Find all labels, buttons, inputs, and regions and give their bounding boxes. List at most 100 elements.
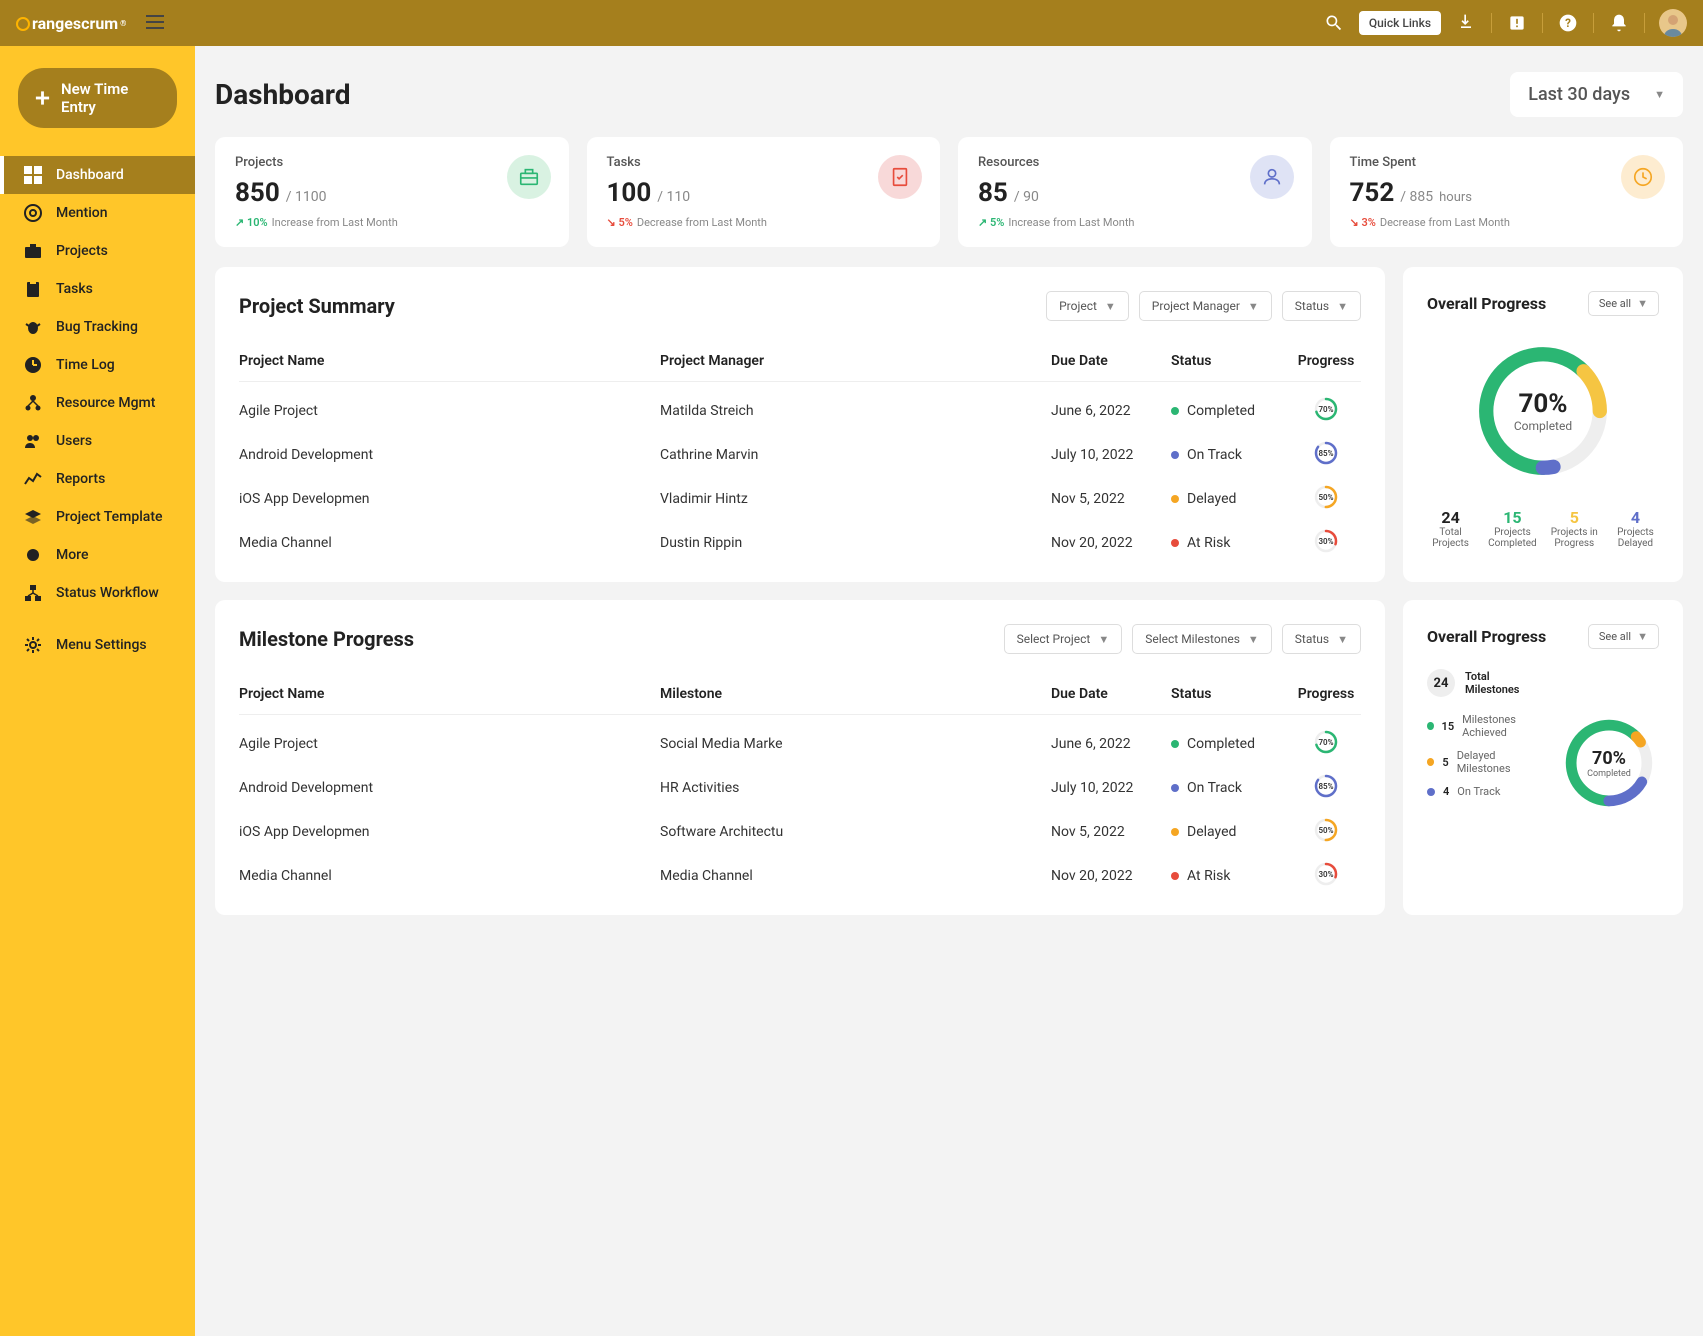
stat-value: 85: [978, 178, 1008, 208]
progress-ring: 50%: [1313, 484, 1339, 510]
status-dot-icon: [1171, 451, 1179, 459]
milestone-progress-donut: 70% Completed: [1559, 713, 1659, 813]
change-text: Decrease from Last Month: [1380, 216, 1510, 229]
menu-toggle-icon[interactable]: [146, 14, 164, 33]
progress-ring: 85%: [1313, 773, 1339, 799]
due-date: Nov 5, 2022: [1051, 491, 1171, 507]
sidebar-item-time-log[interactable]: Time Log: [0, 346, 195, 384]
milestone-name: HR Activities: [660, 780, 1051, 796]
date-range-select[interactable]: Last 30 days ▼: [1510, 72, 1683, 117]
new-time-entry-button[interactable]: New Time Entry: [18, 68, 177, 128]
stat-total: / 90: [1014, 189, 1039, 205]
column-header: Project Manager: [660, 353, 1051, 369]
sidebar-item-projects[interactable]: Projects: [0, 232, 195, 270]
column-header: Progress: [1291, 353, 1361, 369]
sidebar-item-menu-settings[interactable]: Menu Settings: [0, 626, 195, 664]
sidebar-item-mention[interactable]: Mention: [0, 194, 195, 232]
sidebar-item-label: Mention: [56, 205, 108, 221]
project-manager: Dustin Rippin: [660, 535, 1051, 551]
project-name: iOS App Developmen: [239, 824, 660, 840]
stat-label: Projects: [235, 155, 549, 170]
table-row[interactable]: Agile Project Social Media Marke June 6,…: [239, 715, 1361, 759]
clipboard-icon: [24, 280, 42, 298]
filter-label: Select Project: [1017, 632, 1091, 646]
table-row[interactable]: Media Channel Dustin Rippin Nov 20, 2022…: [239, 514, 1361, 558]
status-label: Delayed: [1187, 491, 1236, 507]
sidebar-item-users[interactable]: Users: [0, 422, 195, 460]
announcement-icon[interactable]: [1506, 12, 1528, 34]
see-all-button[interactable]: See all▼: [1588, 291, 1659, 316]
plus-icon: [34, 89, 51, 107]
stat-unit: hours: [1439, 190, 1472, 205]
table-row[interactable]: Media Channel Media Channel Nov 20, 2022…: [239, 847, 1361, 891]
due-date: Nov 20, 2022: [1051, 535, 1171, 551]
logo[interactable]: rangescrum®: [16, 14, 126, 33]
due-date: June 6, 2022: [1051, 736, 1171, 752]
project-manager: Cathrine Marvin: [660, 447, 1051, 463]
sidebar-item-more[interactable]: More: [0, 536, 195, 574]
stat-card-projects: Projects 850/ 1100 ↗ 10%Increase from La…: [215, 137, 569, 247]
stat-card-time spent: Time Spent 752/ 885 hours ↘ 3%Decrease f…: [1330, 137, 1684, 247]
quick-links-button[interactable]: Quick Links: [1359, 11, 1441, 35]
table-row[interactable]: iOS App Developmen Software Architectu N…: [239, 803, 1361, 847]
stat-value: 100: [607, 178, 652, 208]
milestone-filter-select milestones[interactable]: Select Milestones▼: [1132, 624, 1272, 654]
chevron-down-icon: ▼: [1337, 300, 1348, 313]
change-arrow-icon: ↘ 5%: [607, 216, 633, 229]
status-dot-icon: [1171, 495, 1179, 503]
legend-dot-icon: [1427, 758, 1434, 766]
see-all-label: See all: [1599, 630, 1631, 643]
milestone-progress-title: Milestone Progress: [239, 627, 414, 651]
sidebar-item-resource-mgmt[interactable]: Resource Mgmt: [0, 384, 195, 422]
sidebar-item-label: Projects: [56, 243, 108, 259]
sidebar-item-tasks[interactable]: Tasks: [0, 270, 195, 308]
briefcase-icon: [24, 242, 42, 260]
chart-icon: [24, 470, 42, 488]
stat-total: / 885: [1400, 189, 1433, 205]
clock-icon: [24, 356, 42, 374]
total-item: 5Projects in Progress: [1551, 508, 1598, 549]
sidebar-item-project-template[interactable]: Project Template: [0, 498, 195, 536]
sidebar-item-label: Tasks: [56, 281, 93, 297]
sidebar-item-reports[interactable]: Reports: [0, 460, 195, 498]
svg-text:?: ?: [1565, 16, 1571, 30]
date-range-label: Last 30 days: [1528, 84, 1630, 105]
project-name: Android Development: [239, 447, 660, 463]
chevron-down-icon: ▼: [1105, 300, 1116, 313]
project-summary-filter-status[interactable]: Status▼: [1282, 291, 1361, 321]
status-label: At Risk: [1187, 868, 1230, 884]
legend-item: 5Delayed Milestones: [1427, 749, 1545, 775]
see-all-button[interactable]: See all▼: [1588, 624, 1659, 649]
pointer-icon[interactable]: [1455, 12, 1477, 34]
legend-item: 15Milestones Achieved: [1427, 713, 1545, 739]
project-summary-filter-project manager[interactable]: Project Manager▼: [1139, 291, 1272, 321]
milestone-name: Software Architectu: [660, 824, 1051, 840]
total-milestones-label: Total Milestones: [1465, 670, 1525, 696]
table-row[interactable]: iOS App Developmen Vladimir Hintz Nov 5,…: [239, 470, 1361, 514]
milestone-filter-status[interactable]: Status▼: [1282, 624, 1361, 654]
table-row[interactable]: Android Development Cathrine Marvin July…: [239, 426, 1361, 470]
sidebar-item-status-workflow[interactable]: Status Workflow: [0, 574, 195, 612]
project-manager: Vladimir Hintz: [660, 491, 1051, 507]
column-header: Status: [1171, 686, 1291, 702]
chevron-down-icon: ▼: [1337, 633, 1348, 646]
stat-value: 752: [1350, 178, 1395, 208]
sidebar-item-dashboard[interactable]: Dashboard: [0, 156, 195, 194]
filter-label: Project: [1059, 299, 1097, 313]
user-avatar[interactable]: [1659, 9, 1687, 37]
project-name: Agile Project: [239, 403, 660, 419]
sidebar-item-label: Resource Mgmt: [56, 395, 155, 411]
search-icon[interactable]: [1323, 12, 1345, 34]
sidebar-item-bug-tracking[interactable]: Bug Tracking: [0, 308, 195, 346]
status-label: Completed: [1187, 403, 1255, 419]
change-text: Increase from Last Month: [1008, 216, 1134, 229]
project-summary-filter-project[interactable]: Project ▼: [1046, 291, 1129, 321]
table-row[interactable]: Agile Project Matilda Streich June 6, 20…: [239, 382, 1361, 426]
table-row[interactable]: Android Development HR Activities July 1…: [239, 759, 1361, 803]
help-icon[interactable]: ?: [1557, 12, 1579, 34]
progress-ring: 30%: [1313, 861, 1339, 887]
layers-icon: [24, 508, 42, 526]
notifications-icon[interactable]: [1608, 12, 1630, 34]
milestone-filter-select project[interactable]: Select Project▼: [1004, 624, 1123, 654]
stat-label: Resources: [978, 155, 1292, 170]
